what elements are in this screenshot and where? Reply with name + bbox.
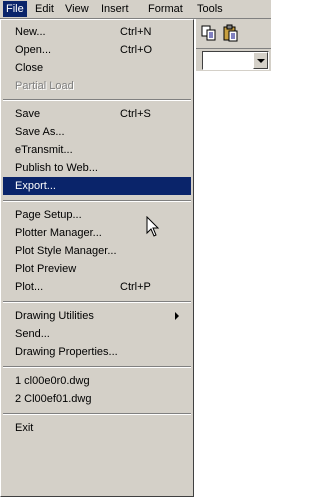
menu-item-plot[interactable]: Plot... Ctrl+P	[3, 278, 191, 296]
menu-item-open[interactable]: Open... Ctrl+O	[3, 41, 191, 59]
chevron-down-icon[interactable]	[253, 52, 268, 69]
menu-item-save-as[interactable]: Save As...	[3, 123, 191, 141]
menu-item-label: Save	[15, 108, 41, 120]
combo-strip	[196, 49, 271, 71]
menu-item-shortcut: Ctrl+S	[120, 108, 151, 120]
menu-file[interactable]: File	[3, 1, 27, 17]
menu-item-shortcut: Ctrl+N	[120, 26, 152, 38]
menu-item-label: Plot Style Manager...	[15, 245, 117, 257]
menu-edit[interactable]: Edit	[35, 2, 54, 16]
menu-item-label: Plot...	[15, 281, 44, 293]
menu-format[interactable]: Format	[148, 2, 183, 16]
menu-item-drawing-properties[interactable]: Drawing Properties...	[3, 343, 191, 361]
menu-separator	[3, 99, 191, 101]
menu-insert[interactable]: Insert	[101, 2, 129, 16]
menu-separator	[3, 366, 191, 368]
menu-item-label: Save As...	[15, 126, 65, 138]
menu-item-label: Open...	[15, 44, 52, 56]
menu-item-label: Export...	[15, 180, 56, 192]
menu-item-partial-load: Partial Load	[3, 77, 191, 95]
submenu-arrow-icon	[175, 312, 179, 320]
menu-view[interactable]: View	[65, 2, 89, 16]
menu-item-new[interactable]: New... Ctrl+N	[3, 23, 191, 41]
menu-item-label: 1 cl00e0r0.dwg	[15, 375, 90, 387]
menu-item-page-setup[interactable]: Page Setup...	[3, 206, 191, 224]
menu-item-save[interactable]: Save Ctrl+S	[3, 105, 191, 123]
menu-separator	[3, 413, 191, 415]
menu-item-plotter-manager[interactable]: Plotter Manager...	[3, 224, 191, 242]
menu-item-export[interactable]: Export...	[3, 177, 191, 195]
menu-item-label: Plotter Manager...	[15, 227, 102, 239]
menu-item-exit[interactable]: Exit	[3, 419, 191, 437]
mouse-pointer-icon	[146, 215, 160, 241]
menu-item-etransmit[interactable]: eTransmit...	[3, 141, 191, 159]
menu-item-label: Plot Preview	[15, 263, 77, 275]
menu-item-label: Drawing Properties...	[15, 346, 118, 358]
menu-item-recent-file-2[interactable]: 2 Cl00ef01.dwg	[3, 390, 191, 408]
menu-item-label: Partial Load	[15, 80, 74, 92]
menu-item-shortcut: Ctrl+O	[120, 44, 153, 56]
layer-combo[interactable]	[202, 51, 269, 70]
menu-item-drawing-utilities[interactable]: Drawing Utilities	[3, 307, 191, 325]
menu-item-label: eTransmit...	[15, 144, 73, 156]
menu-item-plot-preview[interactable]: Plot Preview	[3, 260, 191, 278]
menu-bar: File Edit View Insert Format Tools	[0, 0, 271, 19]
menu-item-label: 2 Cl00ef01.dwg	[15, 393, 92, 405]
menu-item-shortcut: Ctrl+P	[120, 281, 151, 293]
menu-item-recent-file-1[interactable]: 1 cl00e0r0.dwg	[3, 372, 191, 390]
menu-item-label: New...	[15, 26, 46, 38]
file-menu: New... Ctrl+N Open... Ctrl+O Close Parti…	[0, 19, 194, 497]
menu-item-label: Close	[15, 62, 44, 74]
menu-item-label: Drawing Utilities	[15, 310, 94, 322]
copy-icon[interactable]	[200, 24, 218, 42]
paste-icon[interactable]	[222, 24, 240, 42]
menu-item-send[interactable]: Send...	[3, 325, 191, 343]
menu-item-label: Exit	[15, 422, 34, 434]
menu-separator	[3, 200, 191, 202]
menu-item-label: Publish to Web...	[15, 162, 98, 174]
menu-item-label: Page Setup...	[15, 209, 82, 221]
menu-separator	[3, 301, 191, 303]
menu-item-plot-style-manager[interactable]: Plot Style Manager...	[3, 242, 191, 260]
menu-item-publish-to-web[interactable]: Publish to Web...	[3, 159, 191, 177]
menu-item-label: Send...	[15, 328, 50, 340]
toolbar	[196, 19, 271, 49]
menu-item-close[interactable]: Close	[3, 59, 191, 77]
menu-tools[interactable]: Tools	[197, 2, 223, 16]
